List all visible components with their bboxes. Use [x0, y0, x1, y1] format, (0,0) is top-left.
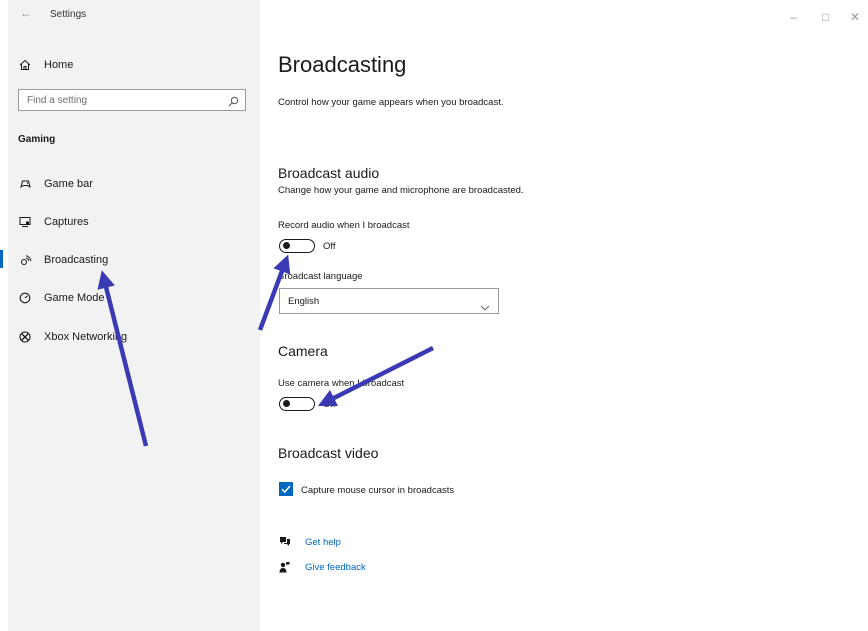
window-title: Settings [50, 9, 87, 20]
broadcast-language-label: Broadcast language [278, 271, 363, 282]
active-indicator [0, 250, 3, 268]
sidebar-item-label: Broadcasting [44, 254, 109, 266]
get-help-text[interactable]: Get help [305, 537, 341, 548]
give-feedback-link[interactable]: Give feedback [279, 561, 366, 573]
capture-cursor-checkbox[interactable] [279, 482, 293, 496]
xbox-icon [18, 330, 32, 344]
use-camera-state: Off [323, 399, 336, 410]
sidebar-item-home[interactable]: Home [18, 58, 73, 72]
sidebar-item-game-mode[interactable]: Game Mode [18, 291, 105, 305]
toggle-knob [283, 242, 290, 249]
sidebar-section-title: Gaming [18, 134, 56, 145]
chevron-down-icon [480, 298, 490, 316]
toggle-knob [283, 400, 290, 407]
sidebar-item-game-bar[interactable]: Game bar [18, 177, 93, 191]
game-bar-icon [18, 177, 32, 191]
game-mode-icon [18, 291, 32, 305]
sidebar-item-label: Game Mode [44, 292, 105, 304]
help-icon [279, 536, 291, 548]
feedback-icon [279, 561, 291, 573]
search-input[interactable] [19, 90, 219, 110]
broadcast-language-dropdown[interactable]: English [279, 288, 499, 314]
sidebar-item-captures[interactable]: Captures [18, 215, 89, 229]
capture-cursor-label: Capture mouse cursor in broadcasts [301, 485, 455, 496]
use-camera-toggle[interactable] [279, 397, 315, 411]
sidebar-item-broadcasting[interactable]: Broadcasting [18, 253, 108, 267]
broadcast-audio-heading: Broadcast audio [278, 165, 380, 181]
record-audio-state: Off [323, 241, 336, 252]
search-icon[interactable] [228, 94, 239, 112]
page-description: Control how your game appears when you b… [278, 97, 504, 108]
annotation-arrow-camera-toggle [317, 345, 435, 407]
record-audio-label: Record audio when I broadcast [278, 220, 410, 231]
close-button[interactable]: ✕ [850, 10, 860, 24]
captures-icon [18, 215, 32, 229]
record-audio-toggle[interactable] [279, 239, 315, 253]
use-camera-label: Use camera when I broadcast [278, 378, 405, 389]
sidebar-item-label: Home [44, 59, 74, 71]
sidebar-item-label: Captures [44, 216, 89, 228]
get-help-link[interactable]: Get help [279, 536, 341, 548]
broadcast-audio-subtitle: Change how your game and microphone are … [278, 185, 524, 196]
home-icon [18, 58, 32, 72]
maximize-button[interactable]: □ [822, 10, 829, 24]
sidebar-item-label: Xbox Networking [44, 331, 128, 343]
broadcast-video-heading: Broadcast video [278, 445, 379, 461]
page-title: Broadcasting [278, 52, 407, 77]
dropdown-value: English [288, 296, 320, 307]
sidebar-item-xbox-networking[interactable]: Xbox Networking [18, 330, 127, 344]
back-arrow-icon[interactable]: ← [20, 6, 32, 20]
broadcasting-icon [18, 253, 32, 267]
camera-heading: Camera [278, 343, 328, 359]
sidebar-item-label: Game bar [44, 178, 93, 190]
give-feedback-text[interactable]: Give feedback [305, 562, 366, 573]
minimize-button[interactable]: – [790, 10, 797, 24]
search-box[interactable] [18, 89, 246, 111]
